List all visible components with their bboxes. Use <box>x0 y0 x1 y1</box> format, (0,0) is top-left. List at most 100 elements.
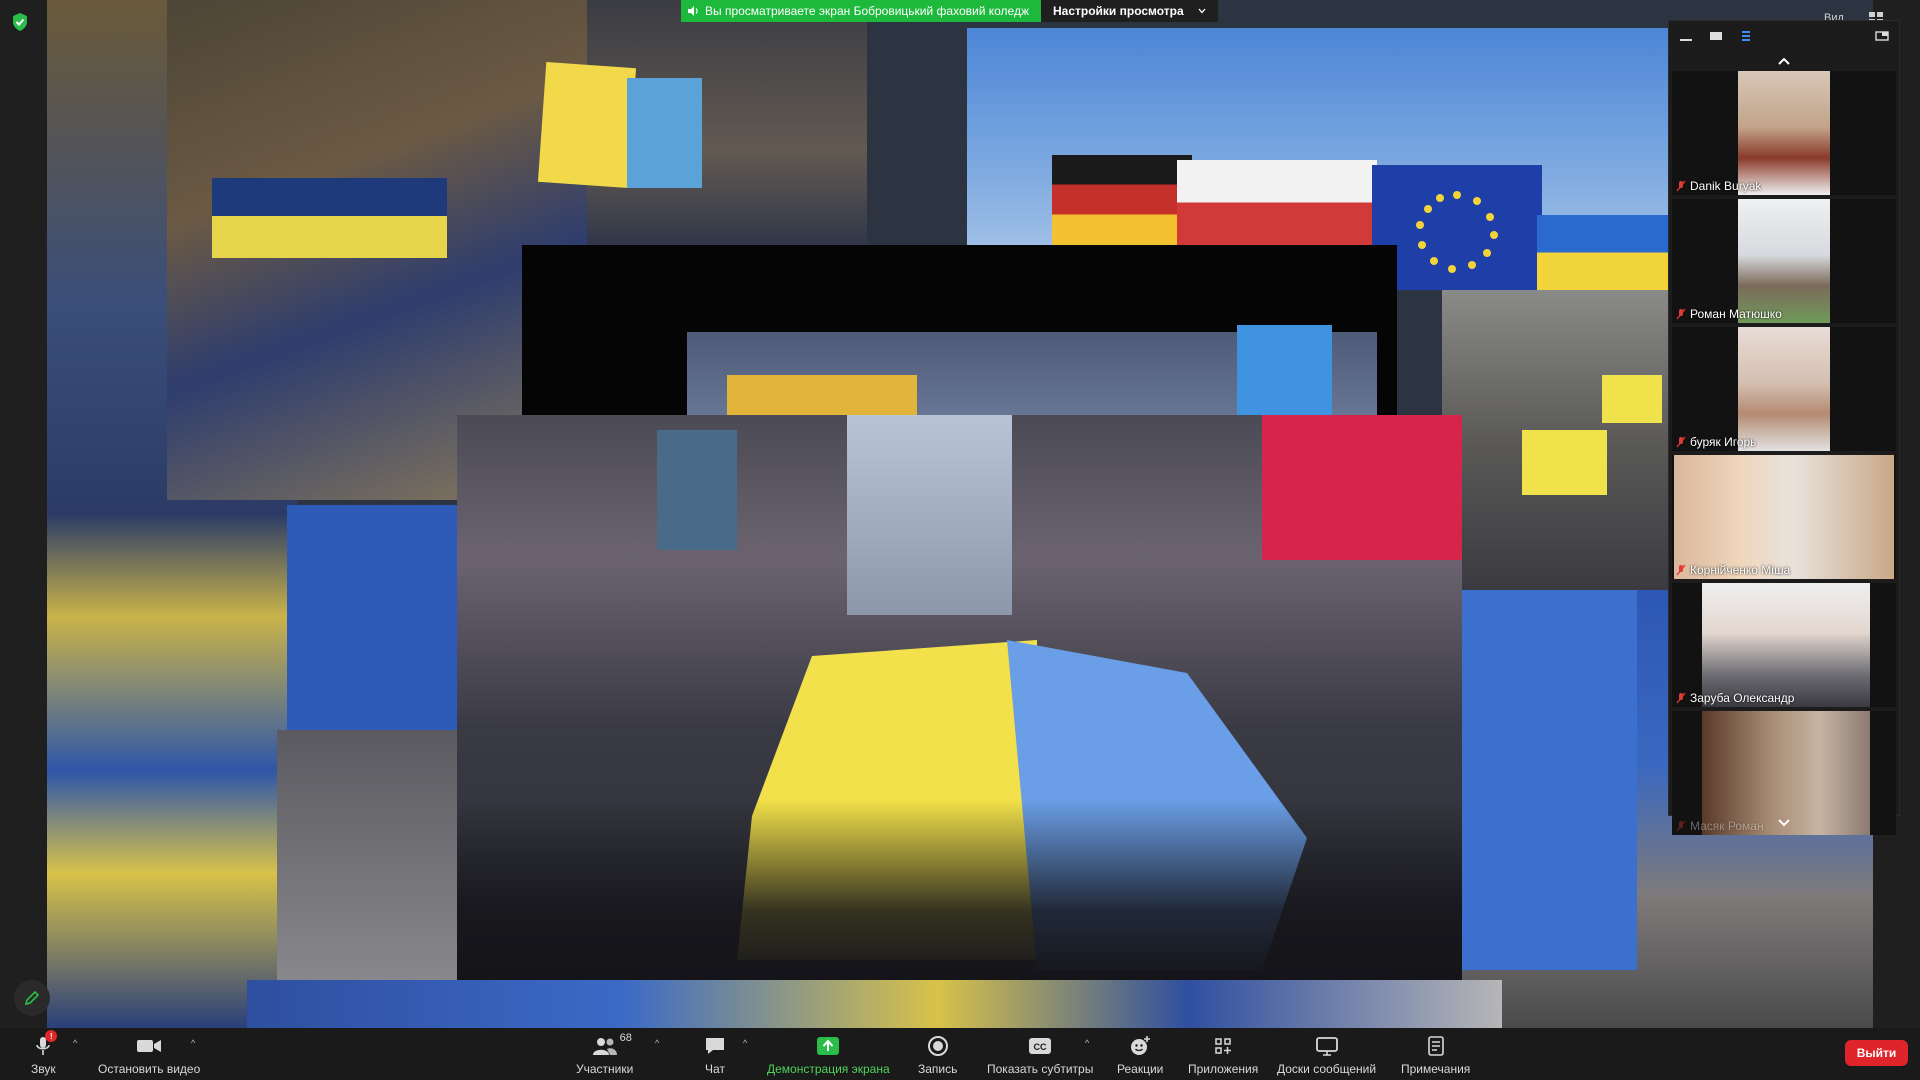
protest-sign-blue <box>627 78 702 188</box>
share-screen-label: Демонстрация экрана <box>767 1062 890 1076</box>
billboard-blue <box>657 430 737 550</box>
apps-icon <box>1215 1038 1232 1054</box>
flag-germany <box>1052 155 1192 245</box>
chat-button[interactable]: Чат <box>704 1034 726 1076</box>
participant-name-tag: буряк Игорь <box>1676 435 1756 449</box>
participant-tile[interactable]: Danik Buryak <box>1672 71 1896 195</box>
scroll-down-button[interactable] <box>1672 819 1896 827</box>
captions-label: Показать субтитры <box>987 1062 1094 1076</box>
audio-warning-badge: ! <box>45 1030 58 1042</box>
share-banner: Вы просматриваете экран Бобровицький фах… <box>681 0 1218 22</box>
participant-tile[interactable]: Заруба Олександр <box>1672 583 1896 707</box>
participant-video <box>1702 711 1870 835</box>
participant-name: Роман Матюшко <box>1690 307 1782 321</box>
blue-panel-right <box>1462 590 1637 970</box>
participant-video <box>1674 455 1894 579</box>
popout-icon[interactable] <box>1875 31 1889 41</box>
participant-name: Danik Buryak <box>1690 179 1762 193</box>
share-screen-button[interactable]: Демонстрация экрана <box>767 1034 890 1076</box>
camera-icon <box>137 1040 162 1052</box>
participants-count: 68 <box>619 1032 632 1044</box>
participants-icon-wrap: 68 <box>592 1032 632 1058</box>
reaction-icon <box>1131 1036 1151 1055</box>
viewing-screen-text: Вы просматриваете экран Бобровицький фах… <box>705 4 1029 18</box>
leave-meeting-button[interactable]: Выйти <box>1845 1040 1908 1066</box>
participants-options-caret[interactable]: ^ <box>655 1038 659 1048</box>
participant-video <box>1738 71 1830 195</box>
minimize-icon[interactable] <box>1679 31 1693 41</box>
whiteboards-button[interactable]: Доски сообщений <box>1277 1034 1376 1076</box>
captions-icon-wrap: CC <box>1028 1034 1052 1058</box>
chat-icon <box>706 1038 724 1054</box>
participant-tile[interactable]: Корнійченко Міша <box>1672 455 1896 579</box>
gate-lights <box>727 375 917 420</box>
chat-options-caret[interactable]: ^ <box>743 1038 747 1048</box>
participant-name-tag: Заруба Олександр <box>1676 691 1794 705</box>
photo-strip-bottom <box>247 980 1502 1028</box>
view-options-button[interactable]: Настройки просмотра <box>1040 0 1218 22</box>
participants-video-panel: Danik Buryak Роман Матюшко буряк Игорь К… <box>1668 20 1900 835</box>
speaker-view-icon[interactable] <box>1739 31 1753 41</box>
photo-building-left <box>277 730 462 990</box>
chevron-down-icon <box>1778 819 1790 827</box>
audio-label: Звук <box>31 1062 56 1076</box>
participant-name: Корнійченко Міша <box>1690 563 1791 577</box>
participant-name: буряк Игорь <box>1690 435 1757 449</box>
participant-name-tag: Корнійченко Міша <box>1676 563 1790 577</box>
whiteboard-icon <box>1315 1037 1338 1056</box>
mic-muted-icon <box>1676 180 1686 192</box>
share-icon-wrap <box>816 1034 840 1058</box>
record-label: Запись <box>918 1062 958 1076</box>
notes-icon-wrap <box>1426 1034 1446 1058</box>
mic-muted-icon <box>1676 564 1686 576</box>
participant-tile[interactable]: Роман Матюшко <box>1672 199 1896 323</box>
chevron-up-icon <box>1778 57 1790 65</box>
crowd-foreground <box>457 800 1462 985</box>
captions-options-caret[interactable]: ^ <box>1085 1038 1089 1048</box>
whiteboards-label: Доски сообщений <box>1277 1062 1377 1076</box>
video-options-caret[interactable]: ^ <box>191 1038 195 1048</box>
apps-icon-wrap <box>1212 1034 1234 1058</box>
reactions-button[interactable]: Реакции <box>1117 1034 1163 1076</box>
share-icon <box>817 1037 840 1055</box>
chat-label: Чат <box>705 1062 725 1076</box>
shared-screen <box>47 0 1873 1028</box>
mic-muted-icon <box>1676 436 1686 448</box>
audio-icon-wrap: ! <box>35 1030 58 1058</box>
participant-name-tag: Роман Матюшко <box>1676 307 1782 321</box>
protest-sign-right-small <box>1602 375 1662 423</box>
shield-icon[interactable] <box>11 12 29 32</box>
svg-text:CC: CC <box>1034 1042 1047 1052</box>
notes-label: Примечания <box>1401 1062 1471 1076</box>
participants-label: Участники <box>576 1062 634 1076</box>
record-icon <box>927 1036 948 1056</box>
reactions-label: Реакции <box>1117 1062 1164 1076</box>
zoom-meeting-window: Вы просматриваете экран Бобровицький фах… <box>0 0 1920 1080</box>
flag-poland <box>1177 160 1377 245</box>
participant-tile[interactable]: Масяк Роман <box>1672 711 1896 835</box>
protest-sign-yellow <box>537 62 637 188</box>
record-button[interactable]: Запись <box>918 1034 957 1076</box>
single-view-icon[interactable] <box>1709 31 1723 41</box>
apps-button[interactable]: Приложения <box>1188 1034 1258 1076</box>
speaker-icon <box>688 6 698 16</box>
chevron-down-icon <box>1198 8 1206 14</box>
participant-tile[interactable]: буряк Игорь <box>1672 327 1896 451</box>
billboard-red <box>1262 415 1462 560</box>
audio-options-caret[interactable]: ^ <box>73 1038 77 1048</box>
participant-video <box>1738 327 1830 451</box>
pencil-icon <box>24 990 40 1006</box>
record-icon-wrap <box>927 1034 949 1058</box>
audio-button[interactable]: ! Звук <box>31 1030 58 1076</box>
stop-video-button[interactable]: Остановить видео <box>98 1034 200 1076</box>
people-icon <box>592 1038 617 1055</box>
annotate-button[interactable] <box>14 980 50 1016</box>
captions-button[interactable]: CC Показать субтитры <box>987 1034 1093 1076</box>
times-square-sky <box>847 415 1012 615</box>
panel-controls <box>1669 21 1899 51</box>
notes-button[interactable]: Примечания <box>1401 1034 1470 1076</box>
participants-button[interactable]: 68 Участники <box>576 1032 634 1076</box>
scroll-up-button[interactable] <box>1669 51 1899 71</box>
protest-sign-right <box>1522 430 1607 495</box>
reactions-icon-wrap <box>1129 1034 1151 1058</box>
